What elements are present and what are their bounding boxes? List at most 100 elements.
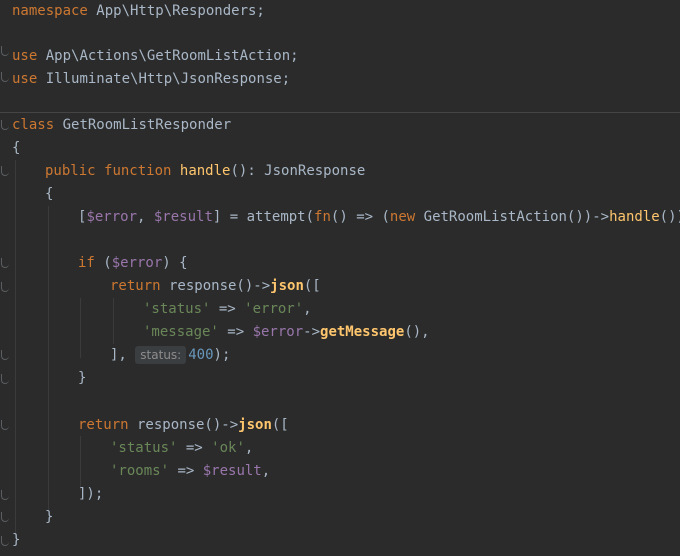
fold-marker[interactable] [1,258,9,268]
code-line-3[interactable]: use App\Actions\GetRoomListAction; [12,45,299,68]
fold-marker[interactable] [1,536,9,546]
code-line-4[interactable]: use Illuminate\Http\JsonResponse; [12,68,290,91]
code-text: ) { [162,255,188,271]
fold-marker[interactable] [1,72,9,82]
keyword: function [104,163,172,179]
code-line-23[interactable]: } [45,506,53,529]
code-text: ([ [271,417,289,433]
code-line-16[interactable]: ], status: 400); [110,344,230,367]
code-line-10[interactable]: [$error, $result] = attempt(fn() => (new… [78,206,680,229]
fold-marker[interactable] [1,374,9,384]
number: 400 [188,347,214,363]
fold-marker[interactable] [1,350,9,360]
indent-guide [80,298,81,358]
fold-marker[interactable] [1,512,9,522]
function-name: handle [609,209,660,225]
code-text: response()-> [160,278,271,294]
code-line-8[interactable]: public function handle(): JsonResponse [45,160,365,183]
fold-marker[interactable] [1,46,9,56]
variable: $error [111,255,163,271]
variable: $result [153,209,213,225]
code-text: } [12,532,21,548]
keyword: use [12,48,38,64]
code-editor[interactable]: namespace App\Http\Responders; use App\A… [0,0,680,556]
code-line-19[interactable]: return response()->json([ [78,414,289,437]
fold-marker[interactable] [1,120,9,130]
keyword: if [78,255,95,271]
code-line-1[interactable]: namespace App\Http\Responders; [12,0,265,23]
code-line-12[interactable]: if ($error) { [78,252,188,275]
string: 'message' [143,324,219,340]
code-text: , [303,301,312,317]
function-name: getMessage [320,324,405,340]
code-text: ], [110,347,136,363]
code-text: (), [404,324,430,340]
code-text: response()-> [128,417,239,433]
function-name: json [238,417,272,433]
code-text: { [12,140,21,156]
string: 'ok' [211,440,245,456]
code-text: , [137,209,154,225]
variable: $error [252,324,304,340]
variable: $error [86,209,138,225]
function-name: handle [179,163,231,179]
keyword: return [78,417,129,433]
section-separator [0,112,680,113]
code-text: App\Http\Responders; [87,3,265,19]
parameter-hint: status: [135,346,187,364]
code-text: => [218,324,253,340]
code-text: GetRoomListResponder [54,117,232,133]
code-text: ] = attempt( [212,209,315,225]
fold-marker[interactable] [1,166,9,176]
code-text: } [78,370,87,386]
code-line-7[interactable]: { [12,137,20,160]
indent-guide [113,298,114,344]
code-text: => [177,440,212,456]
keyword: new [389,209,416,225]
code-text: App\Actions\GetRoomListAction; [37,48,299,64]
code-line-22[interactable]: ]); [78,483,103,506]
code-line-14[interactable]: 'status' => 'error', [143,298,312,321]
keyword: fn [314,209,331,225]
code-line-24[interactable]: } [12,529,20,552]
code-line-6[interactable]: class GetRoomListResponder [12,114,231,137]
indent-guide [80,436,81,490]
code-line-20[interactable]: 'status' => 'ok', [110,437,253,460]
function-name: json [270,278,304,294]
code-text: (): JsonResponse [230,163,366,179]
code-text: , [244,440,254,456]
code-text: => [210,301,245,317]
keyword: class [12,117,55,133]
string: 'error' [244,301,304,317]
code-text: -> [303,324,321,340]
variable: $result [202,463,262,479]
string: 'status' [143,301,211,317]
indent-guide [15,160,16,534]
code-text: GetRoomListAction())-> [415,209,610,225]
code-line-17[interactable]: } [78,367,86,390]
code-text: , [261,463,271,479]
code-text: { [45,186,54,202]
code-text: ); [213,347,231,363]
fold-marker[interactable] [1,282,9,292]
indent-guide [48,206,49,510]
fold-marker[interactable] [1,490,9,500]
keyword: use [12,71,38,87]
code-text: => [169,463,203,479]
code-text: ]); [78,486,104,502]
code-line-13[interactable]: return response()->json([ [110,275,321,298]
code-line-9[interactable]: { [45,183,53,206]
string: 'status' [110,440,178,456]
keyword: public [45,163,96,179]
code-line-21[interactable]: 'rooms' => $result, [110,460,270,483]
code-text: Illuminate\Http\JsonResponse; [37,71,291,87]
code-text: () => ( [330,209,390,225]
code-text: } [45,509,54,525]
keyword: namespace [12,3,88,19]
keyword: return [110,278,161,294]
code-text: ( [94,255,112,271]
code-line-15[interactable]: 'message' => $error->getMessage(), [143,321,430,344]
code-text: ([ [303,278,321,294]
string: 'rooms' [110,463,170,479]
fold-marker[interactable] [1,420,9,430]
